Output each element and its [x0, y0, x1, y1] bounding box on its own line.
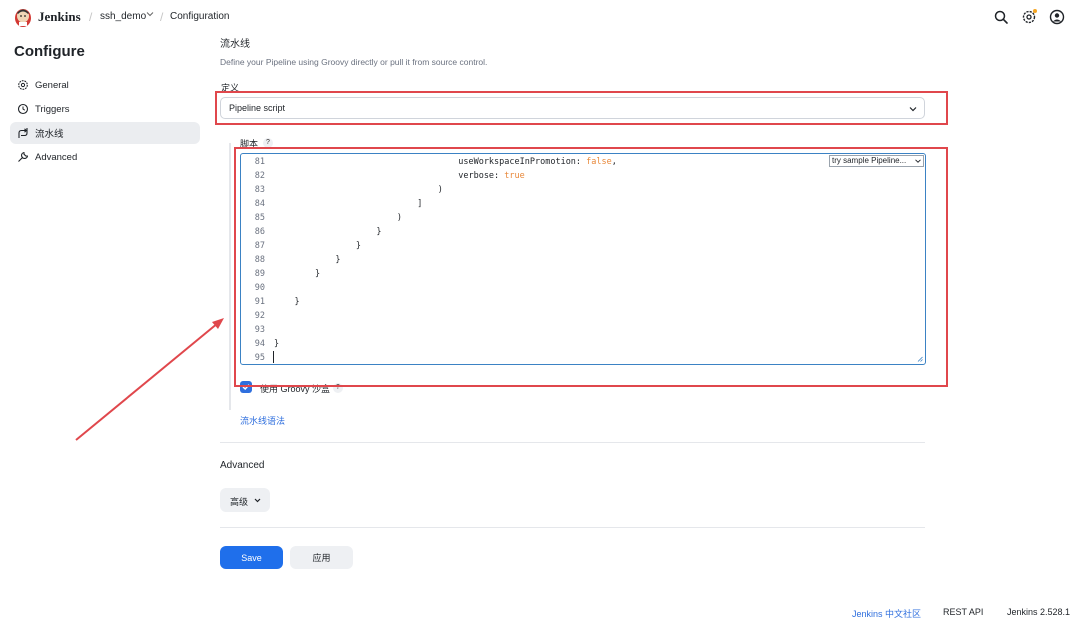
version-link[interactable]: Jenkins 2.528.1	[1007, 607, 1070, 617]
chevron-down-icon	[254, 498, 261, 503]
search-icon[interactable]	[993, 9, 1009, 25]
breadcrumb-separator: /	[160, 10, 164, 24]
apply-button[interactable]: 应用	[290, 546, 353, 569]
pipeline-icon	[18, 128, 28, 138]
chevron-down-icon[interactable]	[146, 10, 154, 18]
sidebar-item-triggers[interactable]: Triggers	[10, 98, 200, 120]
sidebar-item-label: 流水线	[35, 129, 64, 140]
annotation-box-script	[234, 147, 948, 387]
breadcrumb-separator: /	[89, 10, 93, 24]
brand-name[interactable]: Jenkins	[38, 9, 81, 25]
sidebar-title: Configure	[14, 43, 85, 60]
user-icon[interactable]	[1049, 9, 1065, 25]
wrench-icon	[18, 151, 29, 162]
section-title: 流水线	[220, 39, 250, 50]
sidebar-item-label: Advanced	[35, 151, 78, 163]
notification-dot	[1033, 9, 1037, 13]
clock-icon	[17, 103, 29, 115]
gear-icon	[18, 80, 28, 90]
pipeline-syntax-link[interactable]: 流水线语法	[240, 414, 285, 427]
sidebar-item-advanced[interactable]: Advanced	[10, 146, 200, 168]
section-divider	[220, 527, 925, 528]
annotation-box-definition	[215, 91, 948, 125]
save-button[interactable]: Save	[220, 546, 283, 569]
sidebar-item-label: General	[35, 79, 69, 91]
advanced-title: Advanced	[220, 460, 265, 471]
sidebar-item-general[interactable]: General	[10, 74, 200, 96]
jenkins-logo[interactable]	[13, 6, 33, 28]
section-description: Define your Pipeline using Groovy direct…	[220, 57, 488, 67]
top-header: Jenkins / ssh_demo / Configuration	[0, 0, 1080, 34]
sidebar-item-pipeline[interactable]: 流水线	[10, 122, 200, 144]
community-link[interactable]: Jenkins 中文社区	[852, 607, 921, 620]
rest-api-link[interactable]: REST API	[943, 607, 983, 617]
sidebar-item-label: Triggers	[35, 103, 70, 115]
breadcrumb-page: Configuration	[170, 11, 230, 22]
advanced-button[interactable]: 高级	[220, 488, 270, 512]
advanced-button-label: 高级	[230, 497, 249, 507]
breadcrumb-job[interactable]: ssh_demo	[100, 11, 146, 22]
section-divider	[220, 442, 925, 443]
nested-indent-line	[229, 143, 231, 410]
